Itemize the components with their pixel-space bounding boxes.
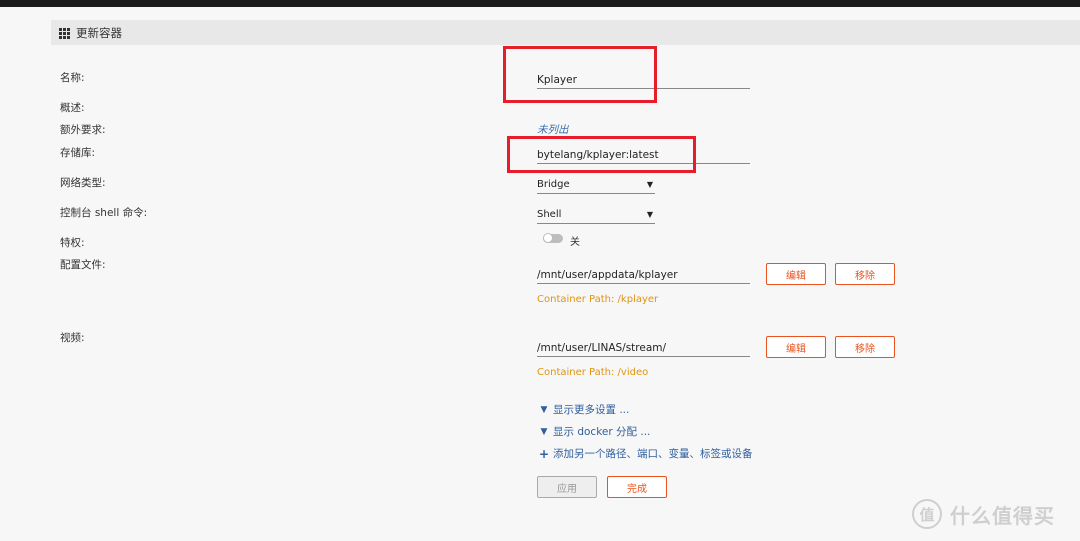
done-button[interactable]: 完成: [607, 476, 667, 498]
label-name: 名称:: [60, 72, 85, 84]
video-edit-button[interactable]: 编辑: [766, 336, 826, 358]
label-network: 网络类型:: [60, 177, 106, 189]
show-more-settings-label: 显示更多设置 ...: [553, 404, 630, 416]
grid-icon: [59, 27, 70, 39]
network-select[interactable]: Bridge ▼: [537, 176, 655, 194]
top-bar: [0, 0, 1080, 7]
show-more-settings-link[interactable]: ▼ 显示更多设置 ...: [538, 402, 630, 417]
page-title: 更新容器: [76, 25, 122, 40]
add-another-label: 添加另一个路径、端口、变量、标签或设备: [553, 448, 753, 460]
watermark-text: 什么值得买: [950, 503, 1055, 528]
apply-button[interactable]: 应用: [537, 476, 597, 498]
toggle-knob: [543, 233, 553, 243]
highlight-box-repository: [507, 136, 696, 173]
video-container-path: Container Path: /video: [537, 367, 649, 378]
video-path-input[interactable]: /mnt/user/LINAS/stream/: [537, 339, 750, 357]
caret-down-icon: ▼: [646, 210, 653, 219]
label-console: 控制台 shell 命令:: [60, 207, 148, 219]
chevron-down-icon: ▼: [540, 426, 548, 437]
label-repository: 存储库:: [60, 147, 96, 159]
config-container-path: Container Path: /kplayer: [537, 294, 659, 305]
watermark-logo: 值: [912, 499, 942, 529]
privileged-toggle[interactable]: [543, 233, 563, 243]
console-select[interactable]: Shell ▼: [537, 206, 655, 224]
label-privileged: 特权:: [60, 237, 85, 249]
console-select-value: Shell: [537, 209, 562, 220]
plus-icon: +: [538, 446, 550, 461]
config-path-input[interactable]: /mnt/user/appdata/kplayer: [537, 266, 750, 284]
label-overview: 概述:: [60, 102, 85, 114]
add-another-link[interactable]: + 添加另一个路径、端口、变量、标签或设备: [538, 446, 753, 461]
watermark: 值 什么值得买: [912, 499, 1055, 529]
privileged-state: 关: [570, 237, 580, 248]
extra-requirements-link[interactable]: 未列出: [537, 122, 569, 137]
label-config: 配置文件:: [60, 259, 106, 271]
video-remove-button[interactable]: 移除: [835, 336, 895, 358]
section-header: 更新容器: [51, 20, 1080, 45]
label-extra: 额外要求:: [60, 124, 106, 136]
network-select-value: Bridge: [537, 179, 570, 190]
caret-down-icon: ▼: [646, 180, 653, 189]
highlight-box-name: [503, 46, 657, 103]
label-video: 视频:: [60, 332, 85, 344]
chevron-down-icon: ▼: [540, 404, 548, 415]
show-docker-alloc-link[interactable]: ▼ 显示 docker 分配 ...: [538, 424, 651, 439]
config-edit-button[interactable]: 编辑: [766, 263, 826, 285]
show-docker-alloc-label: 显示 docker 分配 ...: [553, 426, 651, 438]
config-remove-button[interactable]: 移除: [835, 263, 895, 285]
